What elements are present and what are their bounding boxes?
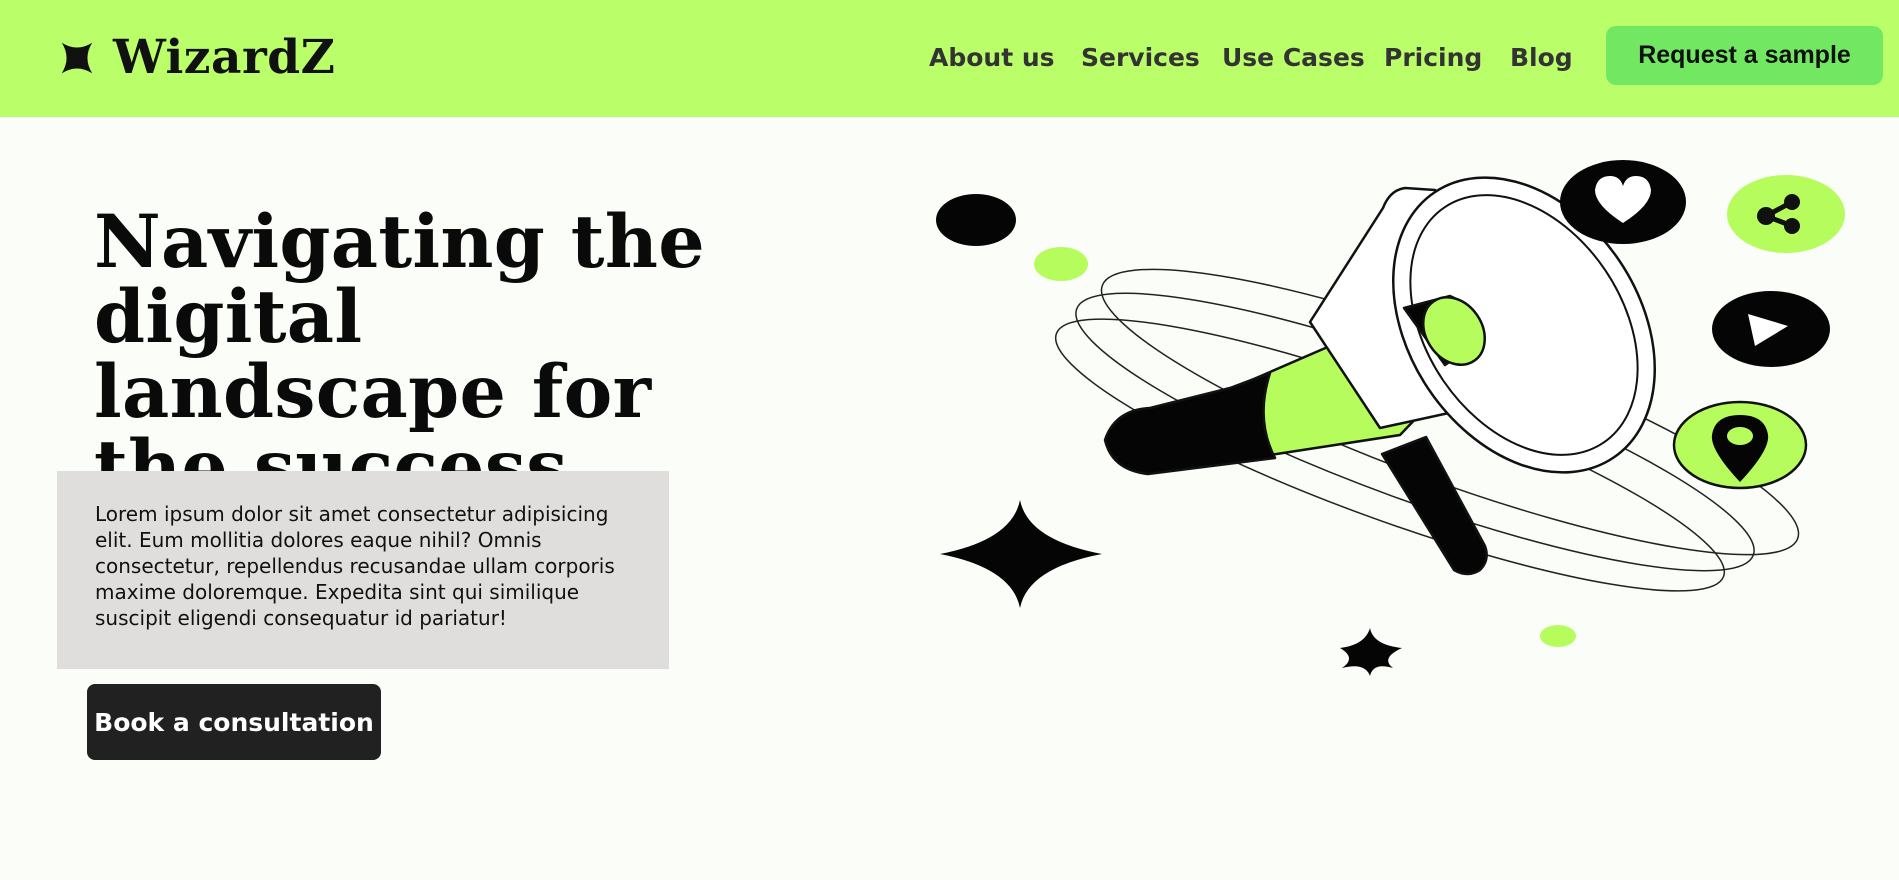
site-header: WizardZ About us Services Use Cases Pric… xyxy=(0,0,1899,117)
nav-link-pricing[interactable]: Pricing xyxy=(1384,38,1482,78)
nav-link-blog[interactable]: Blog xyxy=(1510,38,1573,78)
play-bubble xyxy=(1712,291,1830,367)
nav-link-about-us[interactable]: About us xyxy=(929,38,1055,78)
black-dot xyxy=(936,194,1016,246)
book-consultation-button[interactable]: Book a consultation xyxy=(87,684,381,760)
hero-title: Navigating the digital landscape for the… xyxy=(94,199,705,510)
nav-link-use-cases[interactable]: Use Cases xyxy=(1222,38,1365,78)
green-dot-small xyxy=(1540,625,1576,647)
hero-description: Lorem ipsum dolor sit amet consectetur a… xyxy=(95,502,615,630)
four-point-star-icon xyxy=(61,42,93,73)
green-dot xyxy=(1034,247,1088,281)
share-bubble xyxy=(1727,175,1845,253)
hero-illustration xyxy=(936,160,1845,676)
hero-description-box: Lorem ipsum dolor sit amet consectetur a… xyxy=(57,471,669,669)
logo-text: WizardZ xyxy=(113,30,336,85)
request-sample-button[interactable]: Request a sample xyxy=(1606,26,1883,85)
sparkle-icon xyxy=(940,500,1102,608)
location-bubble xyxy=(1672,400,1808,490)
sparkle-small-icon xyxy=(1340,628,1402,676)
nav-link-services[interactable]: Services xyxy=(1081,38,1200,78)
logo[interactable]: WizardZ xyxy=(58,30,335,85)
heart-bubble xyxy=(1560,160,1686,244)
